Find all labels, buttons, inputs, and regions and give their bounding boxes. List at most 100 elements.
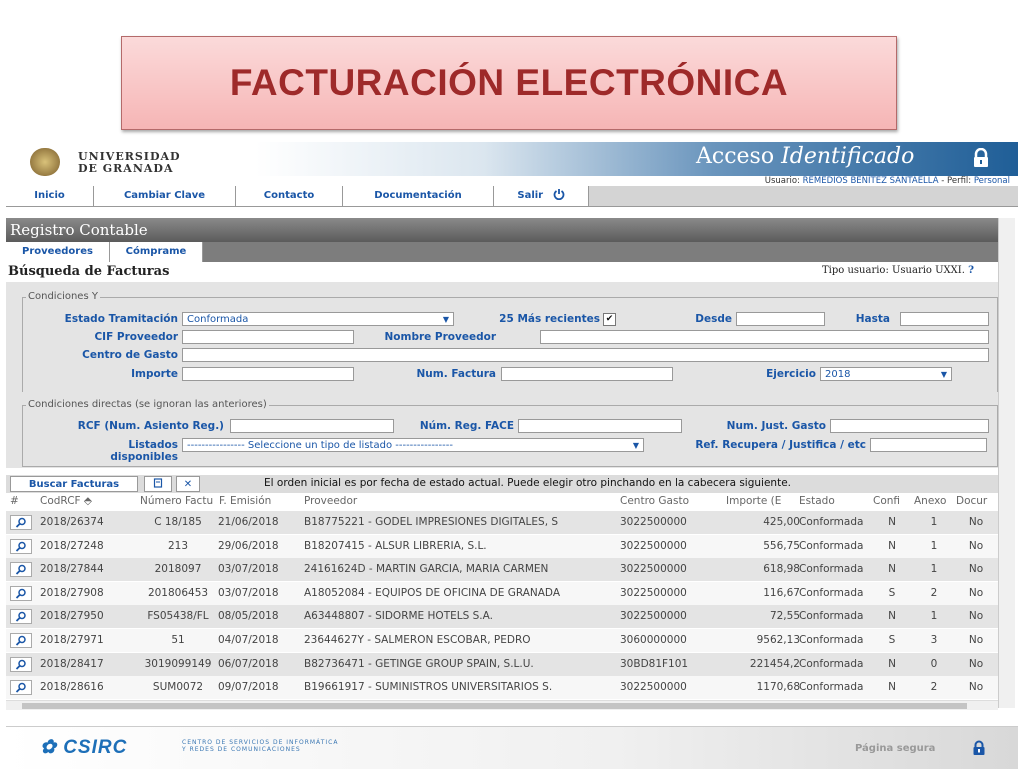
ejercicio-value: 2018 — [825, 369, 851, 380]
column-header[interactable]: Importe (E — [726, 495, 794, 507]
dropdown-arrow-icon: ▼ — [632, 441, 639, 450]
menu-contacto[interactable]: Contacto — [236, 186, 343, 206]
csirc-logo: ✿ CSIRC — [40, 736, 127, 759]
nombre-proveedor-label: Nombre Proveedor — [384, 331, 497, 343]
ejercicio-select[interactable]: 2018 ▼ — [820, 367, 952, 381]
importe-input[interactable] — [182, 367, 354, 381]
table-cell: 30BD81F101 — [620, 657, 689, 670]
column-header[interactable]: Proveedor — [304, 495, 614, 507]
importe-label: Importe — [131, 368, 178, 380]
column-header[interactable]: CodRCF ⬘ — [40, 495, 136, 507]
table-row[interactable]: 2018/27908 201806453 03/07/2018 A18052084 -… — [6, 581, 998, 605]
table-cell: No — [968, 586, 984, 599]
table-cell: 201806453 — [147, 586, 209, 599]
menu-documentacion[interactable]: Documentación — [343, 186, 494, 206]
centro-gasto-input[interactable] — [182, 348, 989, 362]
dropdown-arrow-icon: ▼ — [940, 370, 947, 379]
view-invoice-button[interactable] — [10, 633, 32, 648]
column-header[interactable]: Anexo — [914, 495, 954, 507]
column-header[interactable]: Centro Gasto — [620, 495, 720, 507]
view-invoice-button[interactable] — [10, 656, 32, 672]
csirc-subtitle-line2: Y REDES DE COMUNICACIONES — [182, 746, 301, 753]
search-icon — [15, 635, 26, 646]
column-header[interactable]: Número Factu — [140, 495, 216, 507]
column-header[interactable]: # — [10, 495, 36, 507]
buscar-facturas-button[interactable]: Buscar Facturas — [10, 476, 138, 492]
csirc-name: CSIRC — [63, 737, 128, 758]
profile-label: - Perfil: — [941, 176, 972, 186]
clear-button[interactable]: ✕ — [176, 476, 200, 492]
view-invoice-button[interactable] — [10, 609, 32, 625]
order-message: El orden inicial es por fecha de estado … — [264, 477, 791, 489]
table-row[interactable]: 2018/27844 2018097 03/07/2018 24161624D - M… — [6, 558, 998, 582]
recientes-checkbox[interactable]: ✔ — [603, 313, 616, 326]
search-icon — [15, 588, 26, 599]
power-icon — [553, 189, 564, 201]
university-logo[interactable]: UNIVERSIDAD DE GRANADA — [30, 146, 180, 176]
column-header[interactable]: Estado — [799, 495, 869, 507]
just-gasto-input[interactable] — [830, 419, 989, 433]
help-icon[interactable]: ? — [968, 265, 974, 276]
estado-select[interactable]: Conformada ▼ — [182, 312, 454, 326]
table-cell: 9562,13 — [756, 634, 800, 646]
num-factura-input[interactable] — [501, 367, 673, 381]
table-row[interactable]: 2018/27248 213 29/06/2018 B18207415 - ALSUR… — [6, 534, 998, 558]
access-italic: Identificado — [781, 144, 915, 169]
access-title: Acceso Identificado — [696, 144, 914, 169]
table-cell: 06/07/2018 — [218, 657, 279, 670]
lock-icon — [974, 148, 988, 167]
table-cell: 2018/27908 — [40, 586, 104, 599]
table-cell: 23644627Y - SALMERON ESCOBAR, PEDRO — [304, 634, 531, 646]
table-cell: 2018/27844 — [40, 563, 104, 576]
menu-salir[interactable]: Salir — [494, 186, 589, 206]
scrollbar-thumb[interactable] — [22, 703, 967, 709]
table-cell: 556,75 — [763, 539, 800, 552]
recientes-label: 25 Más recientes — [499, 313, 600, 325]
table-row[interactable]: 2018/28616 SUM0072 09/07/2018 B19661917 - S… — [6, 676, 998, 700]
view-invoice-button[interactable] — [10, 585, 32, 601]
table-cell: B82736471 - GETINGE GROUP SPAIN, S.L.U. — [304, 657, 534, 670]
menu-inicio[interactable]: Inicio — [6, 186, 94, 206]
column-header[interactable]: Docur — [956, 495, 996, 507]
menu-cambiar-clave[interactable]: Cambiar Clave — [94, 186, 236, 206]
table-row[interactable]: 2018/27950 FS05438/FL 08/05/2018 A63448807 … — [6, 605, 998, 629]
table-row[interactable]: 2018/28417 3019099149 06/07/2018 B82736471 … — [6, 652, 998, 676]
cif-input[interactable] — [182, 330, 354, 344]
view-invoice-button[interactable] — [10, 680, 32, 696]
view-invoice-button[interactable] — [10, 515, 32, 530]
table-cell: 213 — [167, 539, 189, 552]
horizontal-scrollbar[interactable] — [6, 700, 998, 710]
tab-proveedores[interactable]: Proveedores — [6, 242, 110, 262]
column-header[interactable]: F. Emisión — [219, 495, 301, 507]
hasta-input[interactable] — [900, 312, 989, 326]
user-label: Usuario: — [764, 176, 800, 186]
table-row[interactable]: 2018/26374 C 18/185 21/06/2018 B18775221 - … — [6, 511, 998, 534]
desde-input[interactable] — [736, 312, 825, 326]
table-cell: 03/07/2018 — [218, 586, 279, 599]
nombre-proveedor-input[interactable] — [540, 330, 989, 344]
table-cell: 2018/27971 — [40, 634, 104, 646]
ref-input[interactable] — [870, 438, 987, 452]
table-row[interactable]: 2018/27971 51 04/07/2018 23644627Y - SALMER… — [6, 629, 998, 652]
listados-label: Listados disponibles — [60, 439, 178, 463]
table-cell: 0 — [930, 657, 938, 670]
table-cell: 51 — [171, 634, 185, 646]
export-button[interactable] — [144, 476, 172, 492]
table-cell: B18775221 - GODEL IMPRESIONES DIGITALES,… — [304, 516, 559, 528]
rcf-input[interactable] — [230, 419, 394, 433]
table-cell: Conformada — [799, 681, 864, 694]
tab-comprame[interactable]: Cómprame — [110, 242, 203, 262]
view-invoice-button[interactable] — [10, 562, 32, 578]
table-cell: 3022500000 — [620, 610, 687, 623]
column-header[interactable]: Confi — [873, 495, 911, 507]
view-invoice-button[interactable] — [10, 538, 32, 554]
table-cell: No — [968, 634, 984, 646]
csirc-subtitle-line1: CENTRO DE SERVICIOS DE INFORMÁTICA — [182, 739, 339, 746]
table-cell: 221454,2 — [749, 657, 800, 670]
section-title: Registro Contable — [6, 218, 998, 242]
listados-select[interactable]: ---------------- Seleccione un tipo de l… — [182, 438, 644, 452]
desde-label: Desde — [695, 313, 732, 325]
face-input[interactable] — [518, 419, 682, 433]
table-cell: 3060000000 — [620, 634, 687, 646]
vertical-scrollbar[interactable] — [998, 218, 1015, 708]
